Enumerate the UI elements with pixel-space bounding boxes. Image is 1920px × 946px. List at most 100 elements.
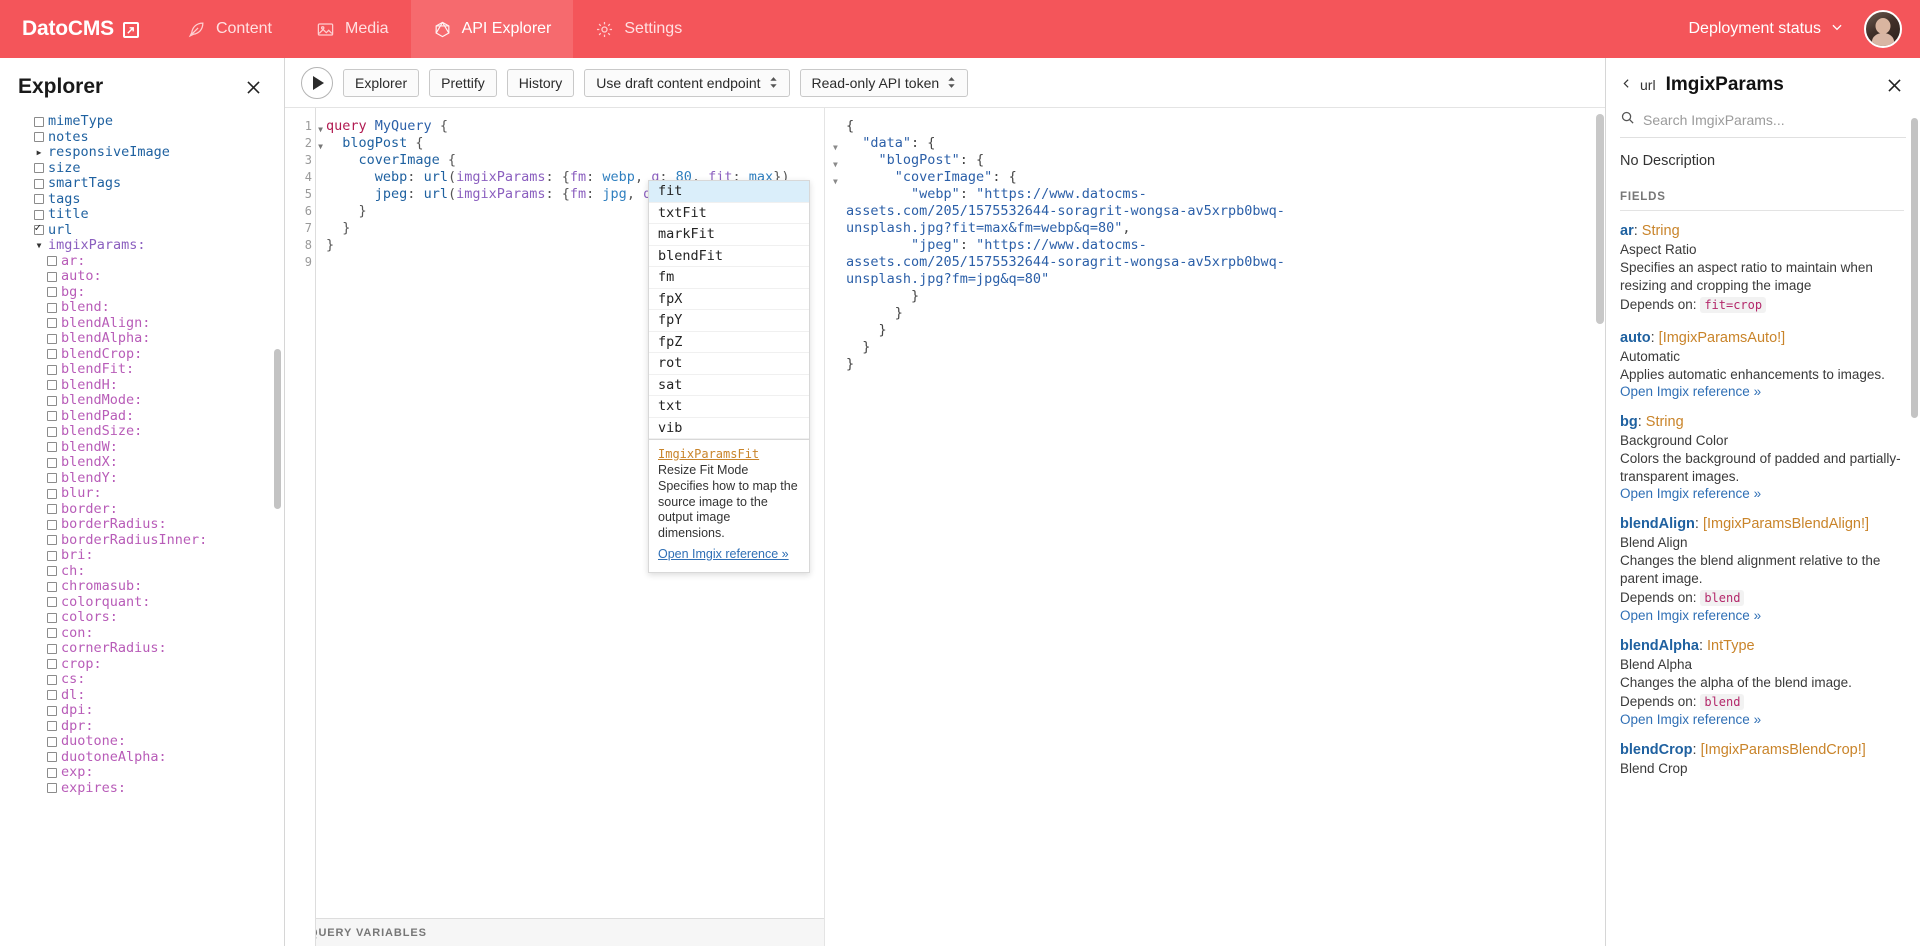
checkbox-icon[interactable] [47, 643, 57, 654]
checkbox-icon[interactable] [34, 178, 44, 189]
checkbox-icon[interactable] [47, 395, 57, 406]
explorer-tree-item[interactable]: ch: [0, 563, 284, 580]
explorer-tree-item[interactable]: smartTags [0, 175, 284, 192]
docs-field-reference-link[interactable]: Open Imgix reference » [1620, 608, 1904, 623]
explorer-tree-item[interactable]: colorquant: [0, 594, 284, 611]
history-button[interactable]: History [506, 68, 575, 97]
explorer-tree-item[interactable]: blendFit: [0, 361, 284, 378]
checkbox-icon[interactable] [47, 752, 57, 763]
explorer-tree-item[interactable]: bg: [0, 284, 284, 301]
explorer-tree-item[interactable]: con: [0, 625, 284, 642]
checkbox-icon[interactable] [47, 473, 57, 484]
explorer-tree-item[interactable]: bri: [0, 547, 284, 564]
docs-field-type[interactable]: IntType [1707, 638, 1755, 654]
checkbox-icon[interactable] [47, 783, 57, 794]
explorer-toggle-button[interactable]: Explorer [343, 68, 420, 97]
docs-close-button[interactable] [1885, 76, 1904, 95]
explorer-tree-item[interactable]: blendSize: [0, 423, 284, 440]
checkbox-icon[interactable] [47, 535, 57, 546]
explorer-tree-item[interactable]: dl: [0, 687, 284, 704]
tab-content[interactable]: Content [165, 0, 294, 58]
explorer-tree-item[interactable]: colors: [0, 609, 284, 626]
avatar[interactable] [1864, 10, 1902, 48]
docs-back-button[interactable]: url [1620, 76, 1656, 94]
autocomplete-item[interactable]: fpZ [649, 332, 809, 353]
chevron-right-icon[interactable]: ▶ [34, 145, 44, 161]
explorer-tree-item[interactable]: chromasub: [0, 578, 284, 595]
explorer-tree-item[interactable]: ▼ imgixParams: [0, 237, 284, 254]
external-link-icon[interactable] [122, 22, 139, 38]
autocomplete-doc-link[interactable]: Open Imgix reference » [658, 547, 789, 563]
chevron-down-icon[interactable]: ▼ [34, 238, 44, 254]
checkbox-icon[interactable] [47, 333, 57, 344]
explorer-tree-item[interactable]: notes [0, 129, 284, 146]
explorer-tree-item[interactable]: blendCrop: [0, 346, 284, 363]
checkbox-icon[interactable] [47, 705, 57, 716]
docs-field-type[interactable]: String [1646, 414, 1684, 430]
explorer-close-button[interactable] [240, 74, 266, 100]
docs-search-input[interactable] [1643, 112, 1906, 128]
explorer-tree-item[interactable]: dpi: [0, 702, 284, 719]
explorer-tree-item[interactable]: borderRadiusInner: [0, 532, 284, 549]
explorer-tree-item[interactable]: duotoneAlpha: [0, 749, 284, 766]
explorer-tree-item[interactable]: exp: [0, 764, 284, 781]
docs-field-name[interactable]: auto [1620, 330, 1651, 346]
result-scrollbar[interactable] [1596, 114, 1604, 324]
explorer-tree-item[interactable]: expires: [0, 780, 284, 797]
tab-media[interactable]: Media [294, 0, 411, 58]
explorer-tree-item[interactable]: size [0, 160, 284, 177]
checkbox-icon[interactable] [47, 318, 57, 329]
checkbox-icon[interactable] [47, 426, 57, 437]
autocomplete-item[interactable]: markFit [649, 224, 809, 246]
prettify-button[interactable]: Prettify [429, 68, 497, 97]
fold-toggle-icon[interactable]: ▼ [833, 152, 846, 169]
query-variables-header[interactable]: QUERY VARIABLES [285, 918, 824, 946]
autocomplete-item[interactable]: txtFit [649, 203, 809, 224]
explorer-tree-item[interactable]: mimeType [0, 114, 284, 130]
docs-field-type[interactable]: String [1642, 223, 1680, 239]
autocomplete-item[interactable]: fm [649, 267, 809, 289]
checkbox-icon[interactable] [47, 519, 57, 530]
editor-line[interactable]: 2 ▼ blogPost { [285, 135, 824, 152]
autocomplete-item[interactable]: txt [649, 396, 809, 418]
explorer-tree-item[interactable]: blendMode: [0, 392, 284, 409]
explorer-tree-item[interactable]: borderRadius: [0, 516, 284, 533]
docs-field-name[interactable]: blendAlpha [1620, 638, 1699, 654]
run-query-button[interactable] [301, 66, 333, 99]
checkbox-icon[interactable] [34, 116, 44, 127]
explorer-tree-item[interactable]: border: [0, 501, 284, 518]
checkbox-icon[interactable] [47, 256, 57, 267]
docs-field-name[interactable]: bg [1620, 414, 1638, 430]
docs-field-name[interactable]: blendAlign [1620, 516, 1695, 532]
docs-field-type[interactable]: [ImgixParamsAuto!] [1659, 330, 1786, 346]
explorer-tree-item[interactable]: blend: [0, 299, 284, 316]
checkbox-checked-icon[interactable] [34, 222, 44, 236]
checkbox-icon[interactable] [34, 209, 44, 220]
explorer-tree-item[interactable]: blendPad: [0, 408, 284, 425]
checkbox-icon[interactable] [47, 302, 57, 313]
checkbox-icon[interactable] [47, 488, 57, 499]
autocomplete-item[interactable]: blendFit [649, 246, 809, 267]
checkbox-icon[interactable] [47, 736, 57, 747]
tab-api-explorer[interactable]: API Explorer [410, 0, 574, 58]
autocomplete-doc-type[interactable]: ImgixParamsFit [658, 447, 759, 461]
docs-field-name[interactable]: ar [1620, 223, 1634, 239]
checkbox-icon[interactable] [47, 612, 57, 623]
explorer-tree-item[interactable]: auto: [0, 268, 284, 285]
explorer-tree-item[interactable]: ▶ responsiveImage [0, 144, 284, 161]
explorer-tree-item[interactable]: ar: [0, 253, 284, 270]
checkbox-icon[interactable] [34, 163, 44, 174]
explorer-tree-item[interactable]: blur: [0, 485, 284, 502]
checkbox-icon[interactable] [47, 550, 57, 561]
checkbox-icon[interactable] [47, 690, 57, 701]
docs-field-type[interactable]: [ImgixParamsBlendAlign!] [1703, 516, 1869, 532]
checkbox-icon[interactable] [47, 504, 57, 515]
explorer-field-tree[interactable]: mimeType notes ▶ responsiveImage size smartTa… [0, 114, 284, 946]
checkbox-icon[interactable] [47, 721, 57, 732]
autocomplete-item[interactable]: fpY [649, 310, 809, 332]
checkbox-icon[interactable] [47, 566, 57, 577]
checkbox-icon[interactable] [47, 349, 57, 360]
explorer-tree-item[interactable]: dpr: [0, 718, 284, 735]
fold-toggle-icon[interactable]: ▼ [318, 121, 323, 138]
checkbox-icon[interactable] [47, 597, 57, 608]
